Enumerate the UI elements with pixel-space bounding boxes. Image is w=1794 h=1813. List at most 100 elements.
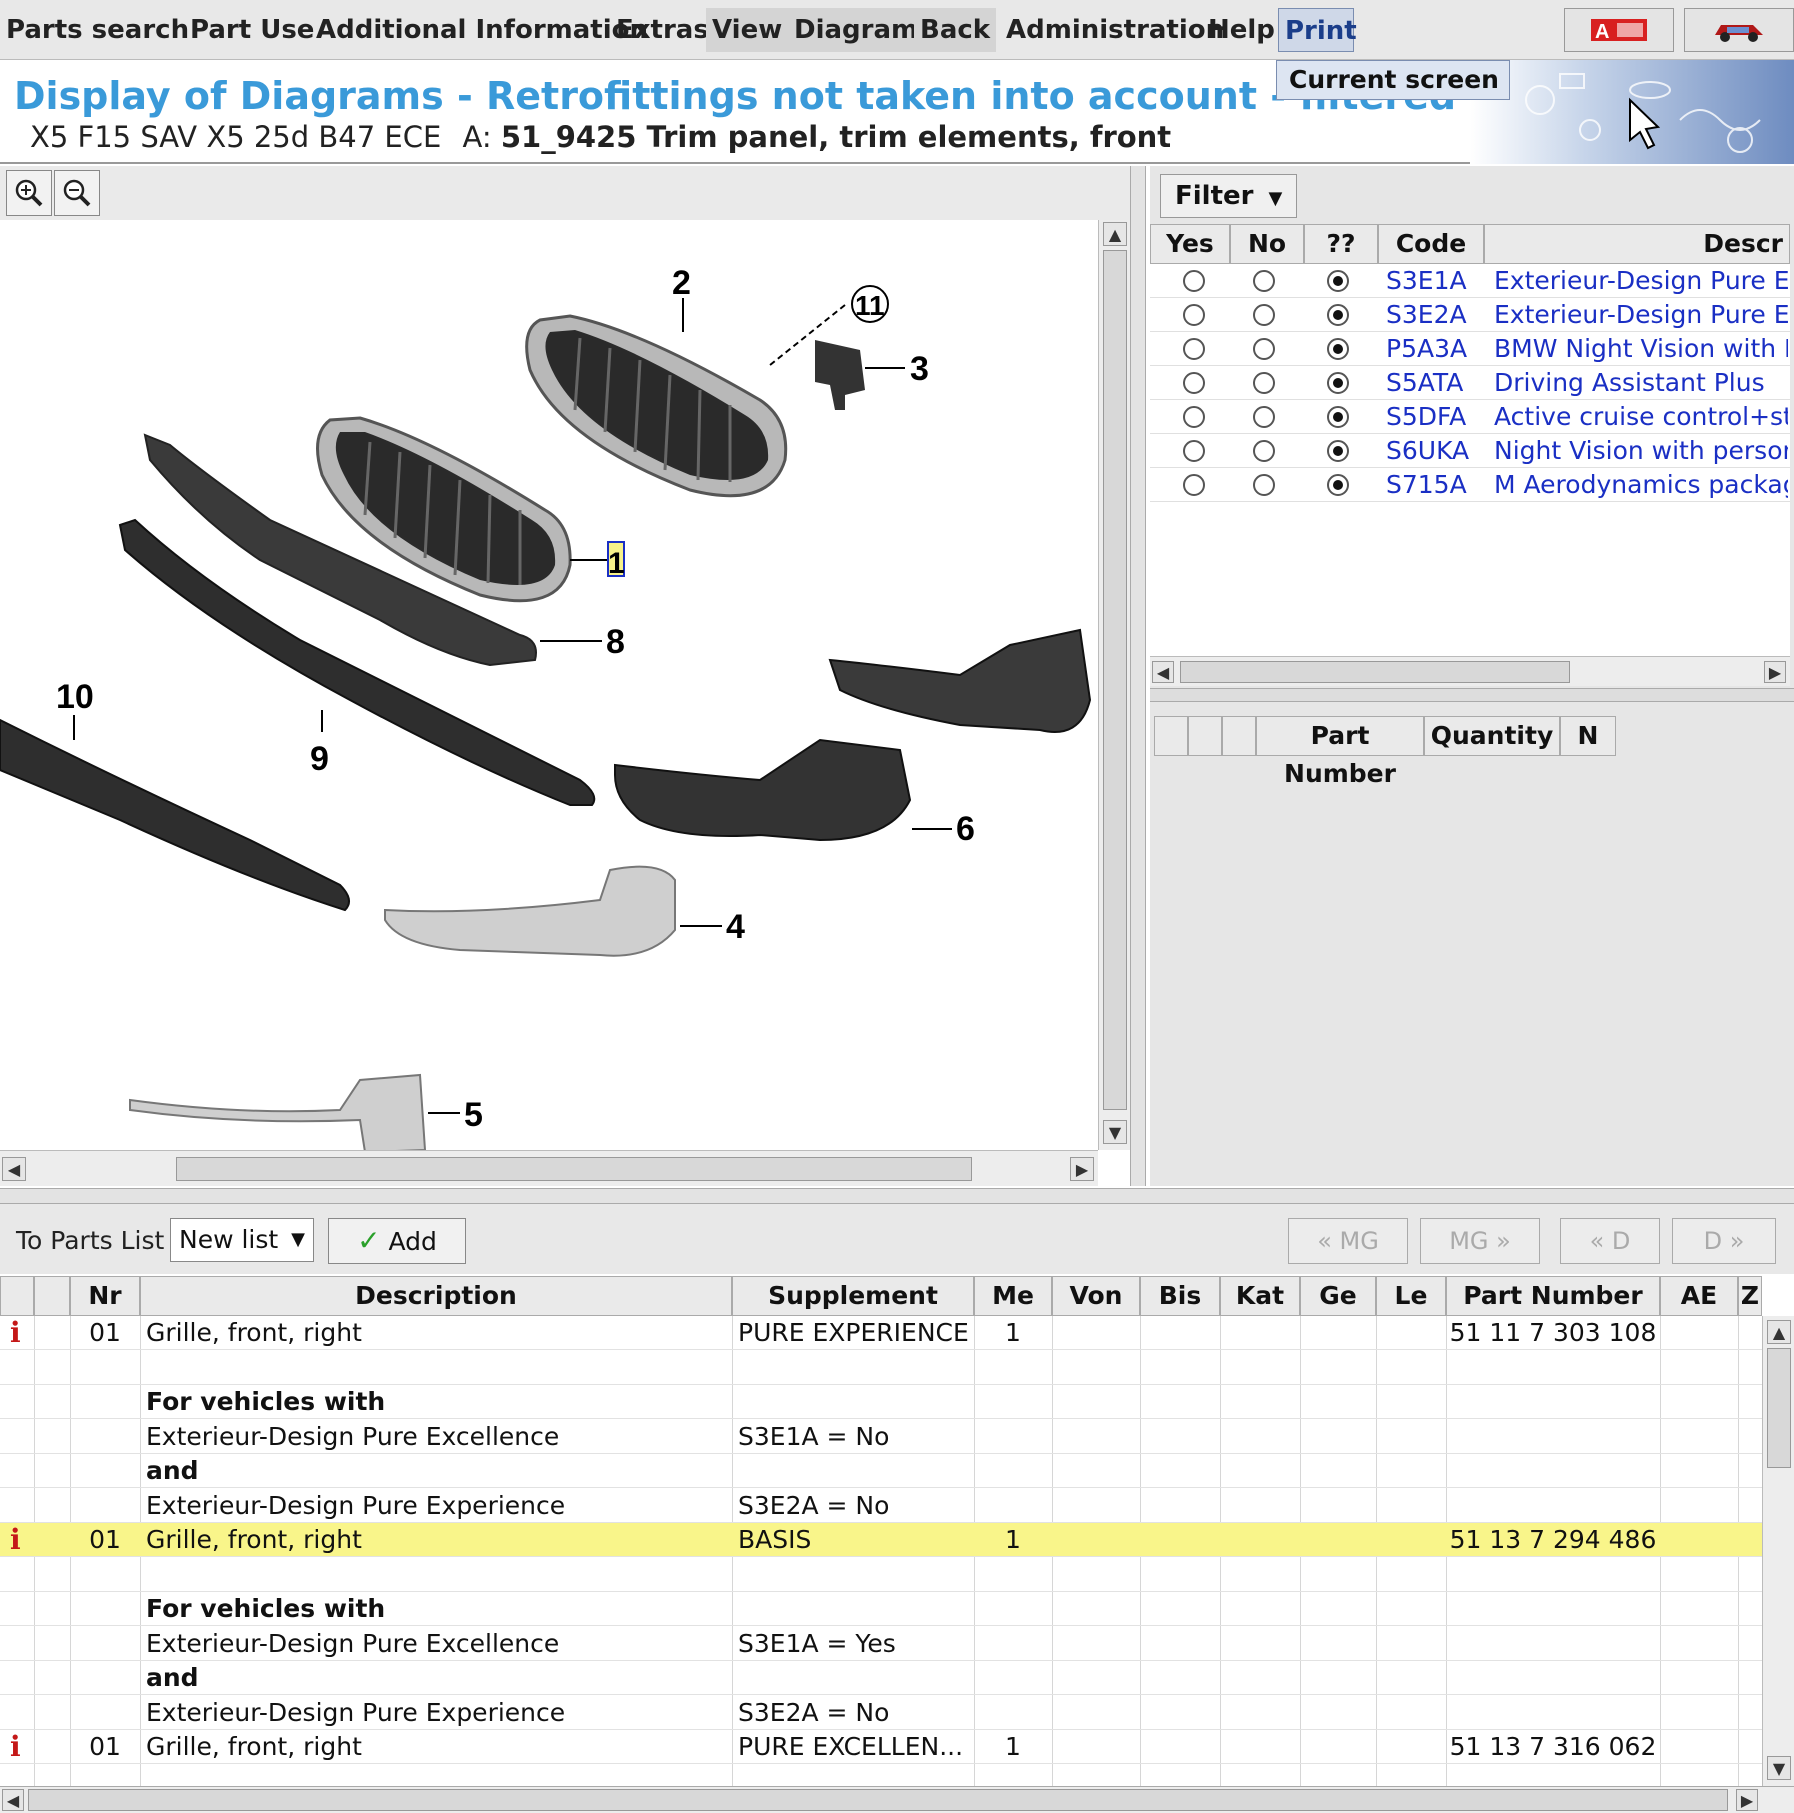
print-dropdown-current-screen[interactable]: Current screen xyxy=(1276,60,1510,100)
parts-col-nr[interactable]: Nr xyxy=(70,1276,140,1316)
menu-help[interactable]: Help xyxy=(1202,8,1281,52)
radio-yes[interactable] xyxy=(1183,338,1205,360)
menu-view[interactable]: View xyxy=(706,8,789,52)
table-row[interactable]: i 01 Grille, front, right PURE EXCELLEN... 1… xyxy=(0,1730,1762,1764)
radio-no[interactable] xyxy=(1253,406,1275,428)
radio-unknown[interactable] xyxy=(1327,440,1349,462)
parts-col-description[interactable]: Description xyxy=(140,1276,732,1316)
filter-code[interactable]: S3E2A xyxy=(1386,298,1467,332)
filter-col-code[interactable]: Code xyxy=(1378,224,1484,264)
add-button[interactable]: ✓ Add xyxy=(328,1218,466,1264)
table-row[interactable]: i 01 Grille, front, right BASIS 1 51 13 7 294… xyxy=(0,1523,1762,1557)
filter-row[interactable]: S5DFA Active cruise control+stop xyxy=(1150,400,1790,434)
menu-parts-search[interactable]: Parts search xyxy=(0,8,195,52)
callout-1[interactable]: 1 xyxy=(608,547,625,580)
info-icon[interactable]: i xyxy=(10,1316,21,1350)
filter-horizontal-scrollbar[interactable]: ◀ ▶ xyxy=(1150,656,1790,686)
menu-additional-information[interactable]: Additional Information xyxy=(310,8,654,52)
scroll-left-arrow-icon[interactable]: ◀ xyxy=(1152,661,1174,683)
filter-col-description[interactable]: Descr xyxy=(1484,224,1790,264)
radio-unknown[interactable] xyxy=(1327,372,1349,394)
next-mg-button[interactable]: MG » xyxy=(1420,1218,1540,1264)
filter-row[interactable]: S3E1A Exterieur-Design Pure Exc xyxy=(1150,264,1790,298)
filter-description[interactable]: Exterieur-Design Pure Exc xyxy=(1494,264,1788,298)
callout-8[interactable]: 8 xyxy=(606,623,625,661)
parts-list-col-n[interactable]: N xyxy=(1560,716,1616,756)
radio-no[interactable] xyxy=(1253,474,1275,496)
filter-row[interactable]: S6UKA Night Vision with person re xyxy=(1150,434,1790,468)
parts-list-col-part-number[interactable]: Part Number xyxy=(1256,716,1424,788)
radio-yes[interactable] xyxy=(1183,372,1205,394)
scroll-up-arrow-icon[interactable]: ▲ xyxy=(1103,222,1127,246)
parts-list-col-2[interactable] xyxy=(1188,716,1222,756)
radio-unknown[interactable] xyxy=(1327,474,1349,496)
table-row[interactable]: Exterieur-Design Pure Excellence S3E1A = … xyxy=(0,1420,1762,1454)
diagram-horizontal-scrollbar[interactable]: ◀ ▶ xyxy=(0,1150,1098,1186)
menu-diagram[interactable]: Diagram xyxy=(788,8,925,52)
parts-col-kat[interactable]: Kat xyxy=(1220,1276,1300,1316)
part-trim-6[interactable] xyxy=(614,738,912,842)
radio-yes[interactable] xyxy=(1183,474,1205,496)
radio-no[interactable] xyxy=(1253,440,1275,462)
filter-code[interactable]: S3E1A xyxy=(1386,264,1467,298)
part-bracket-3[interactable] xyxy=(815,340,865,410)
info-icon[interactable]: i xyxy=(10,1523,21,1557)
table-row[interactable]: Exterieur-Design Pure Experience S3E2A = … xyxy=(0,1489,1762,1523)
horizontal-splitter[interactable] xyxy=(0,1188,1794,1204)
scroll-left-arrow-icon[interactable]: ◀ xyxy=(2,1789,24,1811)
filter-code[interactable]: S715A xyxy=(1386,468,1467,502)
parts-col-ge[interactable]: Ge xyxy=(1300,1276,1376,1316)
parts-col-me[interactable]: Me xyxy=(974,1276,1052,1316)
part-trim-5[interactable] xyxy=(129,1073,427,1154)
parts-list-col-3[interactable] xyxy=(1222,716,1256,756)
table-row[interactable]: i 01 Grille, front, right PURE EXPERIENCE 1 5… xyxy=(0,1316,1762,1350)
radio-unknown[interactable] xyxy=(1327,338,1349,360)
part-trim-10[interactable] xyxy=(0,718,350,912)
table-row[interactable]: For vehicles with xyxy=(0,1592,1762,1626)
radio-unknown[interactable] xyxy=(1327,304,1349,326)
parts-col-z[interactable]: Z xyxy=(1738,1276,1762,1316)
scroll-right-arrow-icon[interactable]: ▶ xyxy=(1764,661,1786,683)
filter-description[interactable]: Night Vision with person re xyxy=(1494,434,1788,468)
parts-col-ae[interactable]: AE xyxy=(1660,1276,1738,1316)
radio-no[interactable] xyxy=(1253,270,1275,292)
menu-administration[interactable]: Administration xyxy=(1000,8,1230,52)
filter-code[interactable]: S5DFA xyxy=(1386,400,1466,434)
filter-splitter[interactable] xyxy=(1150,688,1794,702)
parts-list-col-1[interactable] xyxy=(1154,716,1188,756)
radio-yes[interactable] xyxy=(1183,270,1205,292)
part-grille-2[interactable] xyxy=(525,314,788,498)
parts-table-horizontal-scrollbar[interactable]: ◀ ▶ xyxy=(0,1786,1794,1813)
menu-back[interactable]: Back xyxy=(914,8,997,52)
table-row[interactable]: Exterieur-Design Pure Excellence S3E1A = … xyxy=(0,1627,1762,1661)
table-row[interactable] xyxy=(0,1351,1762,1385)
filter-description[interactable]: BMW Night Vision with Dyi xyxy=(1494,332,1788,366)
filter-col-no[interactable]: No xyxy=(1230,224,1304,264)
radio-yes[interactable] xyxy=(1183,406,1205,428)
table-row[interactable]: and xyxy=(0,1454,1762,1488)
callout-3[interactable]: 3 xyxy=(910,350,929,388)
parts-col-supplement[interactable]: Supplement xyxy=(732,1276,974,1316)
parts-table-scroll-thumb[interactable] xyxy=(1767,1348,1791,1468)
radio-no[interactable] xyxy=(1253,304,1275,326)
filter-row[interactable]: S3E2A Exterieur-Design Pure Exp xyxy=(1150,298,1790,332)
filter-col-yes[interactable]: Yes xyxy=(1150,224,1230,264)
diagram-vertical-scroll-thumb[interactable] xyxy=(1103,250,1127,1110)
filter-description[interactable]: Active cruise control+stop xyxy=(1494,400,1788,434)
scroll-up-arrow-icon[interactable]: ▲ xyxy=(1767,1320,1791,1344)
filter-code[interactable]: S5ATA xyxy=(1386,366,1463,400)
parts-col-info[interactable] xyxy=(0,1276,34,1316)
filter-description[interactable]: M Aerodynamics package xyxy=(1494,468,1788,502)
menu-print[interactable]: Print xyxy=(1278,8,1357,52)
vertical-splitter[interactable] xyxy=(1130,166,1146,1186)
callout-10[interactable]: 10 xyxy=(56,678,94,716)
menu-part-use[interactable]: Part Use xyxy=(184,8,320,52)
scroll-left-arrow-icon[interactable]: ◀ xyxy=(2,1157,26,1181)
part-trim-upper-right[interactable] xyxy=(828,628,1092,733)
aos-logo-button[interactable]: A xyxy=(1564,8,1674,52)
zoom-in-button[interactable] xyxy=(6,170,52,216)
filter-description[interactable]: Driving Assistant Plus xyxy=(1494,366,1788,400)
parts-col-von[interactable]: Von xyxy=(1052,1276,1140,1316)
radio-yes[interactable] xyxy=(1183,440,1205,462)
scroll-right-arrow-icon[interactable]: ▶ xyxy=(1736,1789,1758,1811)
